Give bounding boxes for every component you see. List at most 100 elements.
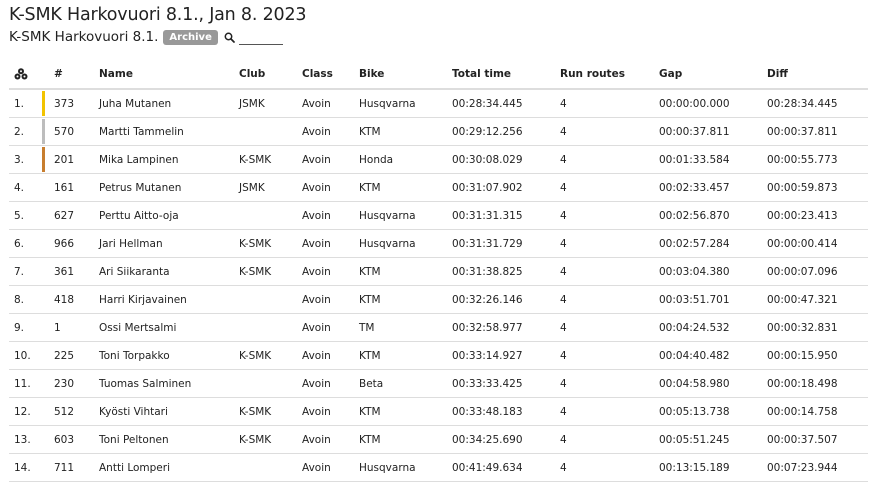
- cell-gap-text: 00:01:33.584: [659, 153, 730, 166]
- cell-bike: KTM: [359, 397, 452, 426]
- cell-diff: 00:07:23.944: [767, 453, 868, 482]
- cell-position-text: 12.: [14, 405, 31, 418]
- results-table: # Name Club Class Bike Total time Run ro…: [9, 59, 868, 482]
- table-row[interactable]: 11. 230 Tuomas Salminen Avoin Beta 00:33:33.4…: [9, 369, 868, 398]
- cell-name: Harri Kirjavainen: [99, 285, 239, 314]
- cell-name-text: Antti Lomperi: [99, 461, 171, 474]
- cell-number-text: 230: [54, 377, 75, 390]
- cell-total-time: 00:28:34.445: [452, 89, 560, 118]
- cell-number: 711: [45, 453, 99, 482]
- page-title: K-SMK Harkovuori 8.1., Jan 8. 2023: [9, 5, 307, 25]
- table-row[interactable]: 6. 966 Jari Hellman K-SMK Avoin Husqvarna 00:3…: [9, 229, 868, 258]
- table-row[interactable]: 12. 512 Kyösti Vihtari K-SMK Avoin KTM 00:33:4…: [9, 397, 868, 426]
- cell-class-text: Avoin: [302, 405, 331, 418]
- cell-bike-text: Husqvarna: [359, 97, 416, 110]
- cell-position: 3.: [9, 145, 45, 174]
- cell-club-text: JSMK: [239, 181, 265, 194]
- column-header-name[interactable]: Name: [99, 59, 239, 90]
- medal-indicator-bronze: [42, 147, 45, 172]
- column-header-run-routes[interactable]: Run routes: [560, 59, 659, 90]
- cell-bike-text: Honda: [359, 153, 394, 166]
- cell-name: Ossi Mertsalmi: [99, 313, 239, 342]
- cell-club-text: JSMK: [239, 97, 265, 110]
- cell-class-text: Avoin: [302, 461, 331, 474]
- cell-run-routes-text: 4: [560, 209, 567, 222]
- cell-run-routes: 4: [560, 341, 659, 370]
- table-row[interactable]: 4. 161 Petrus Mutanen JSMK Avoin KTM 00:31:07.…: [9, 173, 868, 202]
- table-row[interactable]: 13. 603 Toni Peltonen K-SMK Avoin KTM 00:34:25…: [9, 425, 868, 454]
- cell-club: [239, 313, 302, 342]
- archive-badge: Archive: [163, 29, 218, 45]
- cell-bike-text: KTM: [359, 349, 381, 362]
- cell-class: Avoin: [302, 425, 359, 454]
- table-row[interactable]: 2. 570 Martti Tammelin Avoin KTM 00:29:12.256…: [9, 117, 868, 146]
- cell-name-text: Ossi Mertsalmi: [99, 321, 177, 334]
- table-row[interactable]: 8. 418 Harri Kirjavainen Avoin KTM 00:32:26.1…: [9, 285, 868, 314]
- cell-bike-text: Husqvarna: [359, 237, 416, 250]
- table-row[interactable]: 7. 361 Ari Siikaranta K-SMK Avoin KTM 00:31:38…: [9, 257, 868, 286]
- column-header-club[interactable]: Club: [239, 59, 302, 90]
- cell-gap-text: 00:03:04.380: [659, 265, 730, 278]
- table-row[interactable]: 14. 711 Antti Lomperi Avoin Husqvarna 00:41:4…: [9, 453, 868, 482]
- cell-number-text: 711: [54, 461, 75, 474]
- cell-total-time: 00:33:33.425: [452, 369, 560, 398]
- cell-diff-text: 00:00:15.950: [767, 349, 838, 362]
- cell-gap-text: 00:05:51.245: [659, 433, 730, 446]
- cell-bike-text: Husqvarna: [359, 209, 416, 222]
- cell-bike-text: Beta: [359, 377, 384, 390]
- cell-gap: 00:13:15.189: [659, 453, 767, 482]
- cell-class: Avoin: [302, 145, 359, 174]
- cell-gap: 00:04:40.482: [659, 341, 767, 370]
- search-input[interactable]: [238, 29, 283, 45]
- cell-club-text: K-SMK: [239, 433, 272, 446]
- cell-club: K-SMK: [239, 257, 302, 286]
- cell-diff-text: 00:00:23.413: [767, 209, 838, 222]
- cell-class: Avoin: [302, 89, 359, 118]
- table-row[interactable]: 5. 627 Perttu Aitto-oja Avoin Husqvarna 00:31…: [9, 201, 868, 230]
- cell-gap-text: 00:13:15.189: [659, 461, 730, 474]
- cell-number-text: 225: [54, 349, 75, 362]
- column-header-gap[interactable]: Gap: [659, 59, 767, 90]
- column-header-position[interactable]: [9, 59, 45, 90]
- cell-bike: KTM: [359, 425, 452, 454]
- cell-run-routes: 4: [560, 285, 659, 314]
- cell-position-text: 3.: [14, 153, 25, 166]
- cell-total-time: 00:29:12.256: [452, 117, 560, 146]
- cell-bike: Husqvarna: [359, 453, 452, 482]
- cell-name-text: Tuomas Salminen: [99, 377, 192, 390]
- cell-class: Avoin: [302, 257, 359, 286]
- column-header-diff[interactable]: Diff: [767, 59, 868, 90]
- table-row[interactable]: 10. 225 Toni Torpakko K-SMK Avoin KTM 00:33:14…: [9, 341, 868, 370]
- column-header-number[interactable]: #: [45, 59, 99, 90]
- cell-run-routes: 4: [560, 173, 659, 202]
- cell-position: 13.: [9, 425, 45, 454]
- results-body: 1. 373 Juha Mutanen JSMK Avoin Husqvarna 00:28…: [9, 89, 868, 482]
- cell-club-text: K-SMK: [239, 153, 272, 166]
- cell-name-text: Toni Torpakko: [99, 349, 170, 362]
- cell-gap: 00:00:37.811: [659, 117, 767, 146]
- cell-class: Avoin: [302, 341, 359, 370]
- column-header-total-time[interactable]: Total time: [452, 59, 560, 90]
- cell-number: 603: [45, 425, 99, 454]
- table-row[interactable]: 9. 1 Ossi Mertsalmi Avoin TM 00:32:58.977 4 00:…: [9, 313, 868, 342]
- cell-number: 570: [45, 117, 99, 146]
- table-row[interactable]: 3. 201 Mika Lampinen K-SMK Avoin Honda 00:30:0…: [9, 145, 868, 174]
- cell-run-routes-text: 4: [560, 321, 567, 334]
- cell-name-text: Perttu Aitto-oja: [99, 209, 179, 222]
- table-row[interactable]: 1. 373 Juha Mutanen JSMK Avoin Husqvarna 00:28…: [9, 89, 868, 118]
- column-header-bike[interactable]: Bike: [359, 59, 452, 90]
- search-icon[interactable]: [224, 32, 235, 43]
- cell-bike: KTM: [359, 117, 452, 146]
- cell-class: Avoin: [302, 453, 359, 482]
- cell-gap: 00:05:51.245: [659, 425, 767, 454]
- cell-bike-text: Husqvarna: [359, 461, 416, 474]
- cell-class-text: Avoin: [302, 293, 331, 306]
- cell-name-text: Martti Tammelin: [99, 125, 184, 138]
- cell-club-text: K-SMK: [239, 405, 272, 418]
- cell-club-text: K-SMK: [239, 349, 272, 362]
- cell-total-time-text: 00:31:38.825: [452, 265, 523, 278]
- cell-position: 6.: [9, 229, 45, 258]
- cell-name-text: Jari Hellman: [99, 237, 163, 250]
- column-header-class[interactable]: Class: [302, 59, 359, 90]
- cell-class-text: Avoin: [302, 209, 331, 222]
